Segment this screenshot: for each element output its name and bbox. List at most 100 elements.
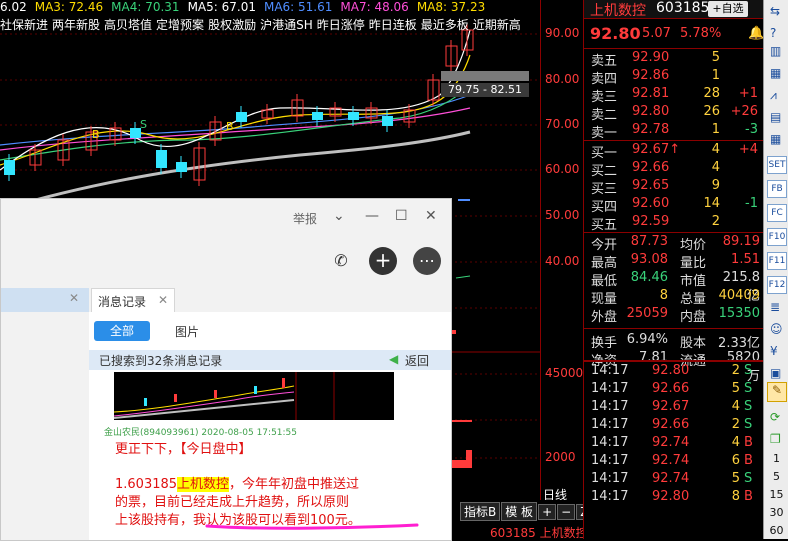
stat-value: 15350 <box>718 306 760 321</box>
lock-icon[interactable]: ▣ <box>770 366 781 380</box>
order-book-row[interactable]: 买四 92.60 14 -1 <box>584 196 764 215</box>
concept-tag[interactable]: 最近多板 <box>421 18 469 32</box>
message-screenshot-thumbnail[interactable] <box>114 372 394 420</box>
period-15[interactable]: 15 <box>764 488 788 501</box>
back-arrow-icon[interactable]: ◀ <box>389 352 398 366</box>
more-icon[interactable]: ⋯ <box>413 247 441 275</box>
list-icon[interactable]: ≣ <box>770 300 780 314</box>
order-book-row[interactable]: 卖一 92.78 1 -3 <box>584 122 764 141</box>
level-delta: +4 <box>738 142 758 157</box>
stat-label: 外盘 <box>591 310 618 325</box>
capital-icon[interactable]: ¥ <box>770 344 778 358</box>
candle-body <box>312 112 323 120</box>
filter-all-button[interactable]: 全部 <box>94 321 150 341</box>
candle-body <box>176 162 187 172</box>
concept-tag[interactable]: 社保新进 <box>0 18 48 32</box>
stat-value: 25059 <box>626 306 668 321</box>
chevron-down-icon[interactable]: ⌄ <box>333 208 345 224</box>
level-label: 买二 <box>591 164 618 179</box>
order-book-row[interactable]: 卖五 92.90 5 <box>584 50 764 69</box>
tick-time: 14:17 <box>591 453 629 468</box>
bar-chart-icon[interactable]: ▥ <box>770 44 781 58</box>
fc-button[interactable]: FC <box>767 204 787 222</box>
fb-button[interactable]: FB <box>767 180 787 198</box>
tab-indicator[interactable]: 指标B <box>460 502 501 521</box>
concept-tag[interactable]: 昨日涨停 <box>317 18 365 32</box>
order-book-row[interactable]: 买五 92.59 2 <box>584 214 764 233</box>
order-book-row[interactable]: 卖二 92.80 26 +26 <box>584 104 764 123</box>
close-icon[interactable]: ✕ <box>69 291 79 305</box>
order-book-row[interactable]: 买二 92.66 4 <box>584 160 764 179</box>
order-book-row[interactable]: 卖三 92.81 28 +1 <box>584 86 764 105</box>
close-icon[interactable]: ✕ <box>425 208 437 224</box>
tick-volume: 2 <box>731 417 740 432</box>
f11-button[interactable]: F11 <box>767 252 787 270</box>
level-label: 买一 <box>591 146 618 161</box>
f12-button[interactable]: F12 <box>767 276 787 294</box>
period-60[interactable]: 60 <box>764 524 788 537</box>
stat-label: 均价 <box>680 238 707 253</box>
tick-price: 92.67 <box>652 399 690 414</box>
concept-tag[interactable]: 近期新高 <box>473 18 521 32</box>
bars-icon[interactable]: ▤ <box>770 110 781 124</box>
back-button[interactable]: 返回 <box>405 352 429 369</box>
line-chart-icon[interactable]: ⩘ <box>770 88 777 103</box>
period-1[interactable]: 1 <box>764 452 788 465</box>
set-button[interactable]: SET <box>767 156 787 174</box>
divider <box>584 360 764 362</box>
add-watchlist-button[interactable]: +自选 <box>708 1 748 17</box>
period-5[interactable]: 5 <box>764 470 788 483</box>
concept-tag[interactable]: 昨日连板 <box>369 18 417 32</box>
concept-tag[interactable]: 沪港通SH <box>260 18 313 32</box>
order-book-row[interactable]: 卖四 92.86 1 <box>584 68 764 87</box>
period-30[interactable]: 30 <box>764 506 788 519</box>
level-label: 卖三 <box>591 90 618 105</box>
user-icon[interactable]: ☺ <box>770 322 783 336</box>
add-icon[interactable]: + <box>369 247 397 275</box>
help-icon[interactable]: ? <box>770 26 776 40</box>
f10-button[interactable]: F10 <box>767 228 787 246</box>
tick-row: 14:17 92.74 6 B <box>584 453 764 471</box>
level-volume: 1 <box>711 122 720 137</box>
stat-row: 换手 6.94% 股本 2.33亿 <box>584 332 764 351</box>
zoom-in-button[interactable]: + <box>538 504 557 520</box>
order-book-row[interactable]: 买三 92.65 9 <box>584 178 764 197</box>
concept-tag[interactable]: 定增预案 <box>156 18 204 32</box>
grid-icon[interactable]: ▦ <box>770 66 781 80</box>
tab-history[interactable]: 消息记录 ✕ <box>91 288 175 313</box>
minimize-icon[interactable]: — <box>365 208 379 224</box>
report-button[interactable]: 举报 <box>293 210 317 227</box>
tab-template[interactable]: 模 板 <box>501 502 538 521</box>
table-icon[interactable]: ▦ <box>770 132 781 146</box>
maximize-icon[interactable]: ☐ <box>395 208 408 224</box>
copy-icon[interactable]: ❐ <box>770 432 781 446</box>
level-volume: 14 <box>703 196 720 211</box>
indicator-tabs[interactable]: 指标B模 板+−Z <box>460 502 593 521</box>
tick-price: 92.80 <box>652 363 690 378</box>
axis-tick: 45000 <box>545 366 583 380</box>
pencil-icon[interactable]: ✎ <box>767 382 787 402</box>
axis-tick: 2000 <box>545 450 576 464</box>
order-book-row[interactable]: 买一 92.67↑ 4 +4 <box>584 142 764 161</box>
stat-value: 1.51 <box>731 252 760 267</box>
tick-volume: 5 <box>731 381 740 396</box>
chat-titlebar[interactable]: 举报 ⌄ — ☐ ✕ <box>1 199 451 235</box>
bell-icon[interactable]: 🔔 <box>748 26 764 41</box>
range-label: 79.75 - 82.51 <box>441 83 529 97</box>
zoom-out-button[interactable]: − <box>557 504 576 520</box>
refresh-icon[interactable]: ⟳ <box>770 410 780 424</box>
arrow-icon[interactable]: ⇆ <box>770 4 780 18</box>
concept-tag[interactable]: 两年新股 <box>52 18 100 32</box>
chat-window[interactable]: 举报 ⌄ — ☐ ✕ ✆ + ⋯ ✕ 消息记录 ✕ 全部 图片 已搜索到32条消… <box>0 198 452 541</box>
phone-icon[interactable]: ✆ <box>327 247 355 275</box>
tick-side: B <box>744 453 753 468</box>
candle-body <box>348 112 359 120</box>
level-price: 92.80 <box>632 104 670 119</box>
concept-tag-bar[interactable]: 社保新进 两年新股 高贝塔值 定增预案 股权激励 沪港通SH 昨日涨停 昨日连板 最近多板 近期新… <box>0 16 540 34</box>
message-text: 【今日盘中】 <box>180 442 252 457</box>
filter-images-button[interactable]: 图片 <box>175 323 199 340</box>
concept-tag[interactable]: 股权激励 <box>208 18 256 32</box>
tick-side: S <box>744 381 753 396</box>
concept-tag[interactable]: 高贝塔值 <box>104 18 152 32</box>
close-icon[interactable]: ✕ <box>158 293 168 307</box>
